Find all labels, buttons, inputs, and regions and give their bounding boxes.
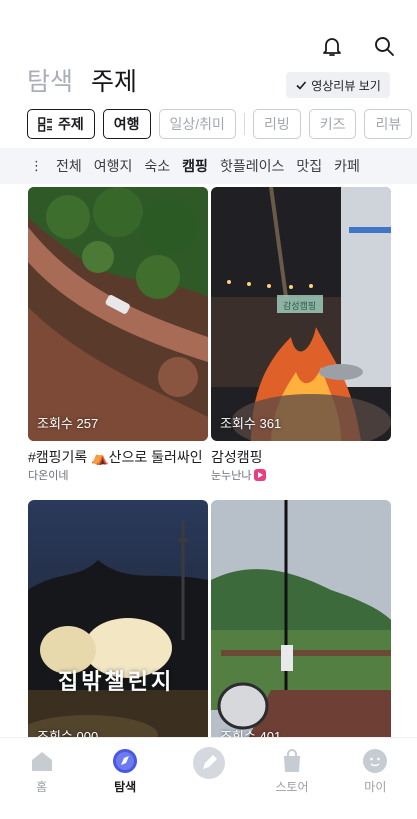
bottom-navigation: 홈 탐색 스토어 마이 xyxy=(0,737,417,799)
nav-my[interactable]: 마이 xyxy=(334,738,417,799)
chip-living[interactable]: 리빙 xyxy=(252,109,301,139)
post-thumbnail[interactable]: 집밖챌린지 조회수 000 xyxy=(28,500,208,754)
video-review-label: 영상리뷰 보기 xyxy=(311,78,381,93)
nav-label: 탐색 xyxy=(114,780,137,794)
chip-label: 키즈 xyxy=(319,116,346,132)
write-icon xyxy=(192,747,225,779)
post-card[interactable]: 감성캠핑 조회수 361 감성캠핑 눈누난나 xyxy=(211,187,391,483)
post-card[interactable]: 조회수 401 xyxy=(211,500,391,754)
subcat-cafe[interactable]: 카페 xyxy=(334,156,360,176)
view-count: 조회수 257 xyxy=(37,416,99,431)
aerial-forest-road-image xyxy=(28,187,208,441)
post-author: 다온이네 xyxy=(28,467,208,483)
check-icon xyxy=(296,81,307,90)
post-card[interactable]: 집밖챌린지 조회수 000 xyxy=(28,500,208,754)
nav-label: 스토어 xyxy=(275,780,309,794)
chip-travel[interactable]: 여행 xyxy=(102,109,151,139)
tab-topics[interactable]: 주제 xyxy=(91,62,137,98)
bell-icon[interactable] xyxy=(320,34,344,58)
home-indicator xyxy=(0,808,417,819)
post-thumbnail[interactable]: 조회수 257 xyxy=(28,187,208,441)
nav-explore[interactable]: 탐색 xyxy=(83,738,166,799)
overlay-sign: 감성캠핑 xyxy=(283,301,317,311)
view-count: 조회수 361 xyxy=(220,416,282,431)
profile-icon xyxy=(363,749,388,773)
author-name: 다온이네 xyxy=(28,470,69,482)
chip-divider xyxy=(243,113,245,135)
author-name: 눈누난나 xyxy=(211,470,252,482)
subcat-lodging[interactable]: 숙소 xyxy=(144,156,170,176)
subcat-restaurant[interactable]: 맛집 xyxy=(296,156,322,176)
post-title: #캠핑기록 ⛺산으로 둘러싸인 xyxy=(28,449,203,465)
subcat-all[interactable]: 전체 xyxy=(56,156,82,176)
more-options-icon[interactable]: ⋮ xyxy=(30,158,44,174)
deck-rain-image xyxy=(211,500,391,754)
subcategory-bar: ⋮ 전체 여행지 숙소 캠핑 핫플레이스 맛집 카페 xyxy=(0,148,417,184)
post-card[interactable]: 조회수 257 #캠핑기록 ⛺산으로 둘러싸인 다온이네 xyxy=(28,187,208,483)
chip-kids[interactable]: 키즈 xyxy=(308,109,357,139)
chip-label: 일상/취미 xyxy=(169,116,225,132)
home-icon xyxy=(31,752,52,771)
chip-label: 주제 xyxy=(58,116,84,132)
post-thumbnail[interactable]: 감성캠핑 조회수 361 xyxy=(211,187,391,441)
nav-write[interactable] xyxy=(167,738,250,799)
tent-challenge-image xyxy=(28,500,208,754)
nav-label: 홈 xyxy=(36,780,48,794)
store-bag-icon xyxy=(283,749,300,772)
nav-store[interactable]: 스토어 xyxy=(250,738,333,799)
post-title: 감성캠핑 xyxy=(211,449,263,465)
post-author: 눈누난나 xyxy=(211,467,391,483)
nav-label: 마이 xyxy=(364,780,387,794)
video-badge-icon xyxy=(254,469,267,481)
subcat-destination[interactable]: 여행지 xyxy=(94,156,133,176)
subcat-camping[interactable]: 캠핑 xyxy=(182,156,208,176)
top-bar xyxy=(0,0,417,60)
chip-daily-hobby[interactable]: 일상/취미 xyxy=(158,109,236,139)
chip-label: 리빙 xyxy=(263,116,290,132)
tab-explore[interactable]: 탐색 xyxy=(27,62,73,98)
subcat-hotplace[interactable]: 핫플레이스 xyxy=(220,156,284,176)
chip-label: 리뷰 xyxy=(375,116,402,132)
grid-icon xyxy=(38,116,52,132)
topic-chips: 주제 여행 일상/취미 리빙 키즈 리뷰 xyxy=(27,108,417,140)
overlay-title: 집밖챌린지 xyxy=(58,669,175,694)
nav-home[interactable]: 홈 xyxy=(0,738,83,799)
post-thumbnail[interactable]: 조회수 401 xyxy=(211,500,391,754)
video-review-button[interactable]: 영상리뷰 보기 xyxy=(286,72,390,98)
chip-review[interactable]: 리뷰 xyxy=(364,109,413,139)
campfire-night-image xyxy=(211,187,391,441)
chip-label: 여행 xyxy=(113,116,140,132)
chip-topic[interactable]: 주제 xyxy=(27,109,95,139)
explore-icon xyxy=(113,749,138,773)
search-icon[interactable] xyxy=(372,34,396,58)
page-tabs: 탐색 주제 xyxy=(27,62,137,98)
